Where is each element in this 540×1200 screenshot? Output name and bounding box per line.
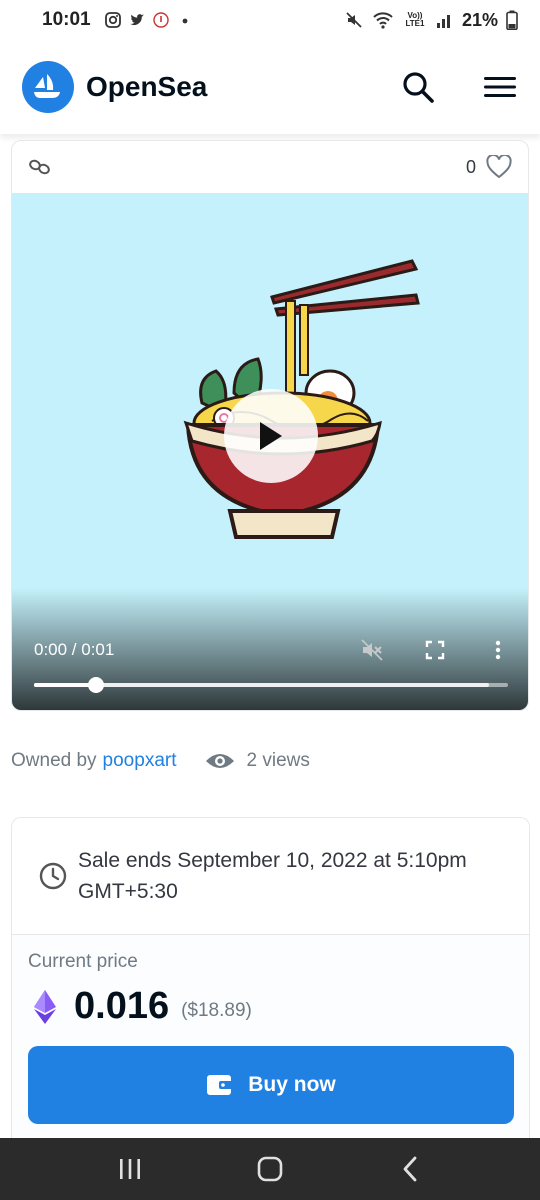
wallet-icon (207, 1075, 234, 1095)
favorite-control[interactable]: 0 (466, 155, 512, 179)
item-card: 0 0:00 / 0:01 (11, 140, 529, 711)
clock-icon (39, 862, 67, 890)
brand-name[interactable]: OpenSea (86, 71, 207, 103)
signal-icon (436, 15, 450, 28)
wifi-icon (373, 12, 393, 29)
back-chevron-icon (403, 1156, 417, 1182)
video-time: 0:00 / 0:01 (34, 640, 115, 659)
lte-indicator: Vo)) LTE1 (405, 11, 425, 28)
owner-row: Owned by poopxart 2 views (11, 750, 310, 772)
owner-link[interactable]: poopxart (103, 750, 177, 772)
eye-icon (205, 754, 234, 768)
card-toolbar: 0 (12, 141, 528, 193)
menu-button[interactable] (482, 69, 518, 105)
home-icon (257, 1156, 283, 1182)
buy-now-label: Buy now (248, 1073, 336, 1096)
chain-link-icon (29, 159, 50, 175)
price-row: 0.016 ($18.89) (28, 985, 513, 1028)
fullscreen-icon (425, 640, 445, 660)
sale-end-text: Sale ends September 10, 2022 at 5:10pm G… (78, 849, 467, 903)
twitter-icon (129, 14, 144, 25)
sale-end-row: Sale ends September 10, 2022 at 5:10pm G… (12, 818, 529, 935)
favorites-count: 0 (465, 156, 476, 177)
notification-app-icon (152, 12, 169, 28)
home-button[interactable] (250, 1149, 290, 1189)
mute-button[interactable] (360, 638, 384, 662)
nft-video-player[interactable]: 0:00 / 0:01 (12, 193, 528, 710)
views-count: 2 views (205, 750, 310, 772)
search-icon (403, 72, 434, 103)
price-area: Current price 0.016 ($18.89) Buy now (12, 935, 529, 1156)
app-header: OpenSea (0, 40, 540, 134)
back-button[interactable] (390, 1149, 430, 1189)
play-icon (260, 422, 282, 450)
recents-icon (120, 1159, 140, 1179)
hamburger-menu-icon (484, 77, 516, 97)
heart-icon (486, 155, 512, 179)
battery-icon (506, 10, 518, 30)
play-button[interactable] (224, 389, 318, 483)
status-bar: 10:01 Vo)) LTE1 21% (0, 0, 540, 40)
ramen-bowl-artwork (183, 259, 420, 539)
views-text: 2 views (246, 750, 310, 771)
trade-box: Sale ends September 10, 2022 at 5:10pm G… (11, 817, 530, 1157)
owned-by-label: Owned by (11, 750, 97, 771)
instagram-icon (104, 12, 121, 28)
more-vertical-icon (495, 640, 501, 660)
mute-icon (346, 12, 362, 28)
buy-now-button[interactable]: Buy now (28, 1046, 514, 1124)
video-progress-knob[interactable] (87, 677, 104, 693)
current-price-label: Current price (28, 951, 138, 972)
fullscreen-button[interactable] (423, 638, 447, 662)
recents-button[interactable] (110, 1149, 150, 1189)
video-more-button[interactable] (486, 638, 510, 662)
system-nav-bar (0, 1138, 540, 1200)
video-progress-fill (34, 683, 96, 687)
price-amount: 0.016 (74, 985, 170, 1027)
ethereum-icon (34, 989, 56, 1024)
battery-percent: 21% (461, 9, 498, 30)
more-notifications-dot-icon (182, 18, 188, 24)
status-time: 10:01 (42, 9, 91, 30)
search-button[interactable] (400, 69, 436, 105)
volume-muted-icon (361, 639, 383, 661)
video-progress-slider[interactable] (34, 677, 508, 693)
price-fiat: ($18.89) (181, 999, 252, 1021)
opensea-logo-icon[interactable] (22, 61, 74, 113)
